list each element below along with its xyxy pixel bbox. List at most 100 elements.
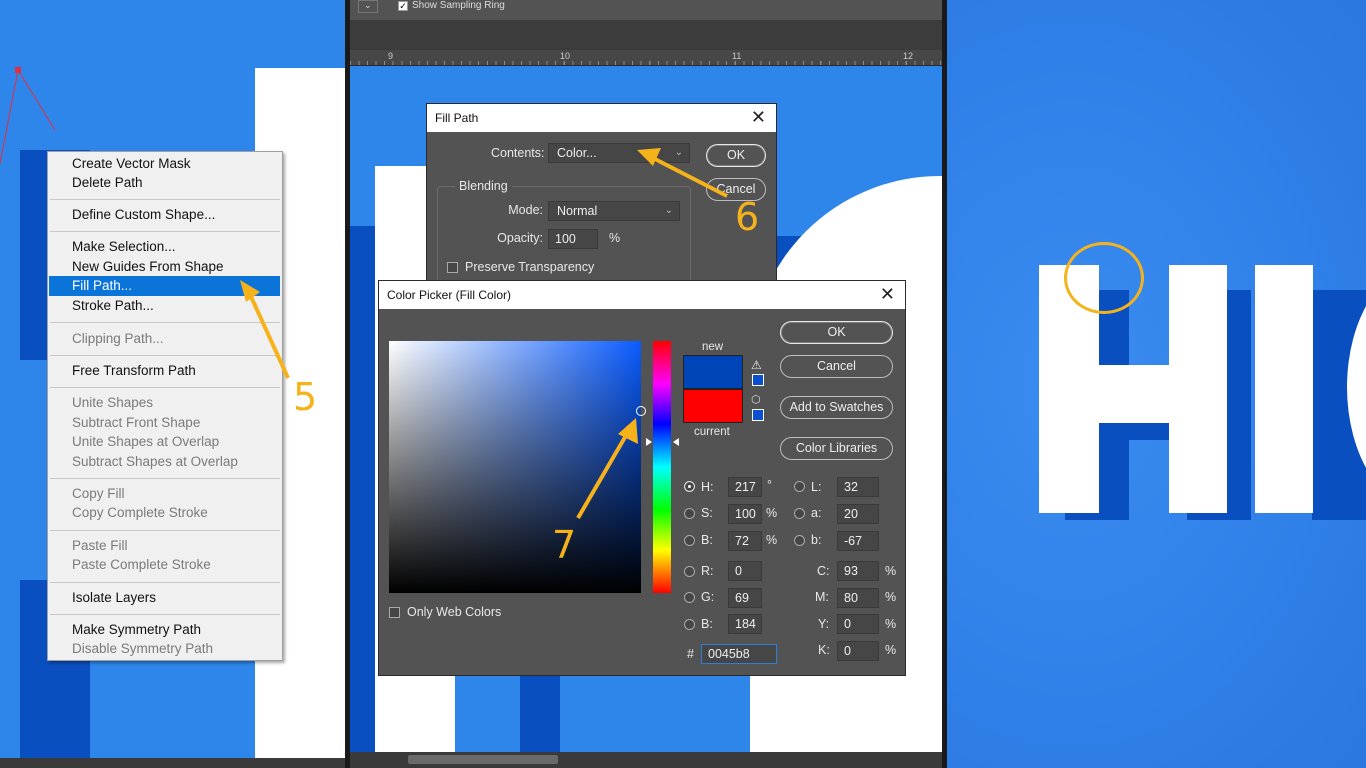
mode-label: Mode: — [508, 203, 543, 217]
new-color-label: new — [702, 341, 724, 353]
green-radio[interactable] — [684, 592, 695, 603]
only-web-colors-checkbox[interactable] — [389, 607, 400, 618]
scrollbar-thumb[interactable] — [408, 755, 558, 764]
lab-a-input[interactable]: 20 — [837, 504, 879, 524]
lab-l-label: L: — [811, 480, 822, 494]
menu-item-copy-fill[interactable]: Copy Fill — [49, 484, 280, 504]
mode-value: Normal — [557, 204, 598, 218]
horizontal-scrollbar[interactable] — [350, 752, 942, 768]
saturation-radio[interactable] — [684, 508, 695, 519]
cube-icon[interactable]: ⬡ — [751, 393, 761, 406]
chevron-down-icon: ⌄ — [664, 205, 673, 216]
menu-item-delete-path[interactable]: Delete Path — [49, 173, 280, 193]
menu-item-new-guides-from-shape[interactable]: New Guides From Shape — [49, 257, 280, 277]
middle-canvas-panel: ⌄ ✓ Show Sampling Ring 9 10 11 12 Fill P… — [345, 0, 947, 768]
show-sampling-ring-label: Show Sampling Ring — [412, 0, 505, 11]
opacity-label: Opacity: — [497, 231, 543, 245]
blue-label: B: — [701, 617, 713, 631]
sample-size-dropdown[interactable]: ⌄ — [358, 0, 378, 13]
mode-select[interactable]: Normal ⌄ — [548, 201, 680, 221]
annotation-arrow-6 — [637, 148, 728, 198]
cyan-input[interactable]: 93 — [837, 561, 879, 581]
letter-shape-shadow — [520, 666, 560, 752]
only-web-colors-label: Only Web Colors — [407, 605, 502, 619]
cancel-button[interactable]: Cancel — [780, 355, 893, 378]
dialog-title: Color Picker (Fill Color) — [379, 281, 905, 309]
menu-item-define-custom-shape[interactable]: Define Custom Shape... — [49, 205, 280, 225]
yellow-label: Y: — [818, 617, 830, 631]
out-of-gamut-swatch[interactable] — [752, 374, 764, 386]
menu-item-subtract-front-shape[interactable]: Subtract Front Shape — [49, 413, 280, 433]
left-canvas-panel: Create Vector Mask Delete Path Define Cu… — [0, 0, 345, 768]
contents-value: Color... — [557, 146, 597, 160]
blue-radio[interactable] — [684, 619, 695, 630]
right-result-panel — [947, 0, 1366, 768]
menu-separator — [50, 530, 280, 531]
annotation-step-number: 6 — [735, 195, 760, 239]
web-safe-swatch[interactable] — [752, 409, 764, 421]
saturation-input[interactable]: 100 — [728, 504, 762, 524]
menu-separator — [50, 478, 280, 479]
warning-icon[interactable]: ⚠ — [751, 358, 762, 372]
letter-h-right-stem — [1169, 265, 1227, 513]
contents-label: Contents: — [491, 146, 545, 160]
menu-item-paste-complete-stroke[interactable]: Paste Complete Stroke — [49, 555, 280, 575]
magenta-input[interactable]: 80 — [837, 588, 879, 608]
path-anchor-point[interactable] — [15, 67, 21, 73]
menu-item-copy-complete-stroke[interactable]: Copy Complete Stroke — [49, 503, 280, 523]
close-icon[interactable]: ✕ — [880, 281, 895, 308]
green-input[interactable]: 69 — [728, 588, 762, 608]
red-radio[interactable] — [684, 566, 695, 577]
preserve-transparency-checkbox[interactable] — [447, 262, 458, 273]
saturation-unit: % — [766, 506, 778, 520]
lab-b-input[interactable]: -67 — [837, 531, 879, 551]
lab-a-radio[interactable] — [794, 508, 805, 519]
annotation-arrow-7 — [576, 418, 638, 520]
lab-b-radio[interactable] — [794, 535, 805, 546]
hue-input[interactable]: 217 — [728, 477, 762, 497]
brightness-radio[interactable] — [684, 535, 695, 546]
add-to-swatches-button[interactable]: Add to Swatches — [780, 396, 893, 419]
brightness-input[interactable]: 72 — [728, 531, 762, 551]
dialog-title: Fill Path — [427, 104, 776, 132]
blue-input[interactable]: 184 — [728, 614, 762, 634]
menu-item-subtract-shapes-at-overlap[interactable]: Subtract Shapes at Overlap — [49, 452, 280, 472]
menu-item-make-selection[interactable]: Make Selection... — [49, 237, 280, 257]
hex-input[interactable]: 0045b8 — [701, 644, 777, 664]
lab-l-radio[interactable] — [794, 481, 805, 492]
menu-item-unite-shapes-at-overlap[interactable]: Unite Shapes at Overlap — [49, 432, 280, 452]
red-input[interactable]: 0 — [728, 561, 762, 581]
ok-button[interactable]: OK — [780, 321, 893, 344]
ruler-tick-label: 9 — [388, 51, 394, 61]
current-color-swatch[interactable] — [683, 389, 743, 423]
hue-slider[interactable] — [653, 341, 671, 593]
new-color-swatch — [683, 355, 743, 389]
menu-item-create-vector-mask[interactable]: Create Vector Mask — [49, 154, 280, 174]
yellow-unit: % — [885, 617, 897, 631]
preserve-transparency-label: Preserve Transparency — [465, 260, 595, 274]
color-libraries-button[interactable]: Color Libraries — [780, 437, 893, 460]
magenta-label: M: — [815, 590, 829, 604]
menu-item-disable-symmetry-path[interactable]: Disable Symmetry Path — [49, 639, 280, 659]
opacity-input[interactable]: 100 — [548, 229, 598, 249]
hue-slider-handle[interactable] — [673, 438, 679, 446]
menu-item-unite-shapes[interactable]: Unite Shapes — [49, 393, 280, 413]
lab-a-label: a: — [811, 506, 822, 520]
chevron-down-icon: ⌄ — [364, 0, 372, 10]
green-label: G: — [701, 590, 715, 604]
lab-l-input[interactable]: 32 — [837, 477, 879, 497]
black-input[interactable]: 0 — [837, 641, 879, 661]
menu-item-paste-fill[interactable]: Paste Fill — [49, 536, 280, 556]
yellow-input[interactable]: 0 — [837, 614, 879, 634]
horizontal-ruler: 9 10 11 12 — [350, 50, 942, 66]
menu-item-isolate-layers[interactable]: Isolate Layers — [49, 588, 280, 608]
menu-item-make-symmetry-path[interactable]: Make Symmetry Path — [49, 620, 280, 640]
brightness-label: B: — [701, 533, 713, 547]
hue-slider-handle[interactable] — [646, 438, 652, 446]
letter-shape-shadow — [350, 226, 375, 752]
hue-radio[interactable] — [684, 481, 695, 492]
close-icon[interactable]: ✕ — [751, 104, 766, 131]
ruler-tick-label: 12 — [903, 51, 914, 61]
show-sampling-ring-checkbox[interactable]: ✓ — [398, 1, 408, 11]
menu-separator — [50, 614, 280, 615]
